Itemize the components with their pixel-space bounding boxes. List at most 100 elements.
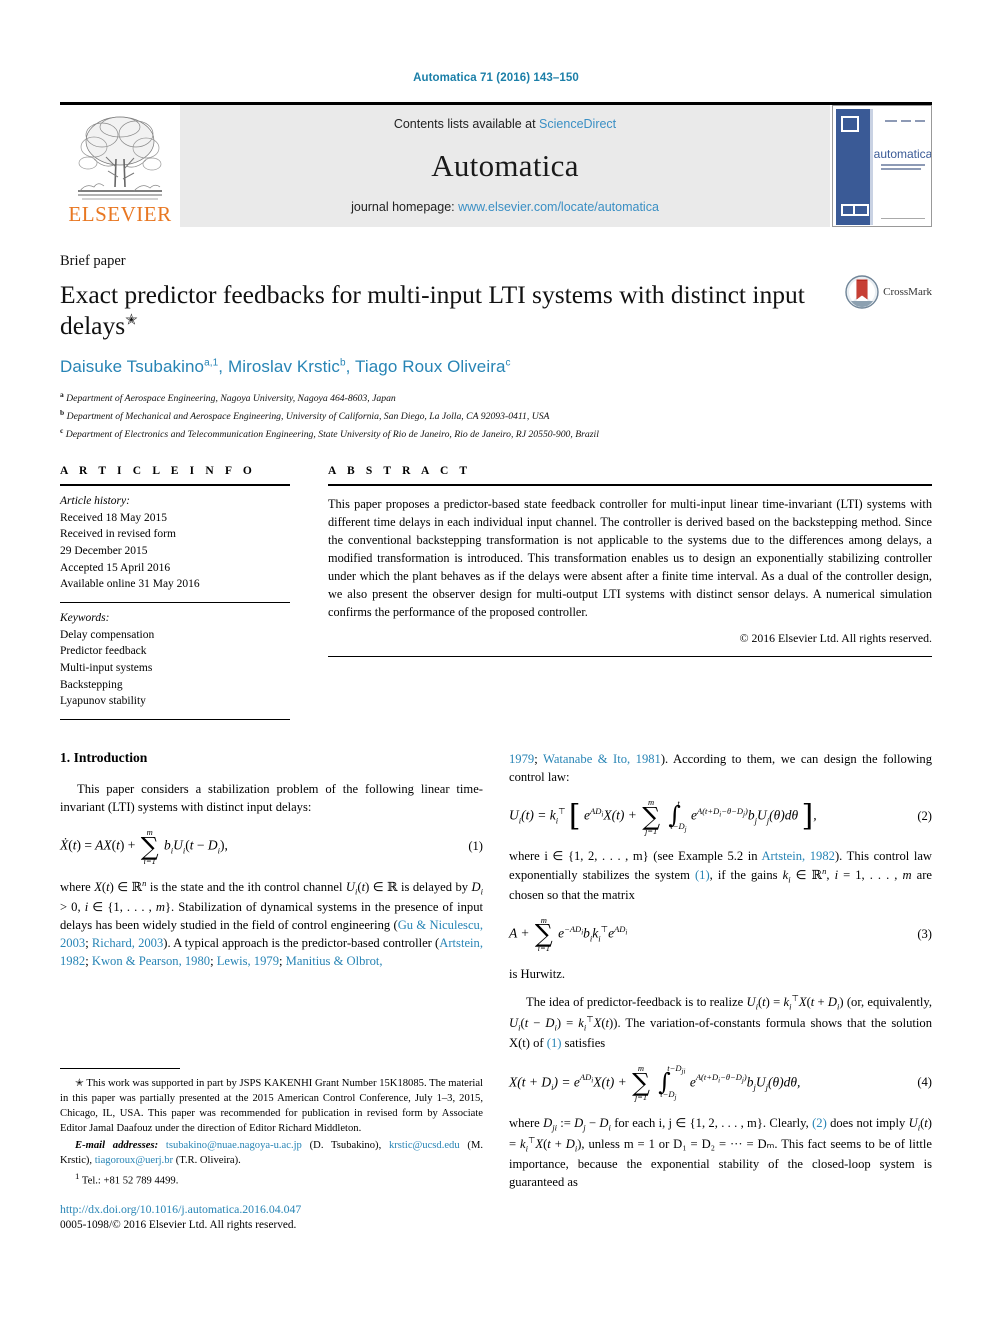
citation-link[interactable]: 1979: [509, 752, 534, 766]
summation-icon: m ∑ i=1: [140, 827, 159, 866]
footnote-star-marker: ✭: [75, 1078, 84, 1089]
paragraph: 1979; Watanabe & Ito, 1981). According t…: [509, 752, 933, 785]
paragraph: where X(t) ∈ ℝn is the state and the ith…: [60, 878, 483, 968]
paragraph-text: satisfies: [561, 1035, 606, 1050]
keyword-item: Lyapunov stability: [60, 695, 146, 708]
abstract-column: A B S T R A C T This paper proposes a pr…: [308, 465, 932, 720]
paragraph-text: The idea of predictor-feedback is to rea…: [526, 995, 747, 1010]
keywords-group: Keywords: Delay compensation Predictor f…: [60, 603, 290, 719]
inline-math: X: [94, 880, 102, 895]
footnote-ack-text: This work was supported in part by JSPS …: [60, 1078, 483, 1135]
footnote-telephone: 1 Tel.: +81 52 789 4499.: [60, 1170, 483, 1189]
affiliation-item: b Department of Mechanical and Aerospace…: [60, 407, 932, 425]
svg-text:automatica: automatica: [874, 147, 932, 161]
integral-icon: t ∫ t−Dj: [668, 798, 687, 835]
affiliation-text: Department of Mechanical and Aerospace E…: [66, 411, 550, 423]
history-line: Received in revised form: [60, 528, 176, 541]
email-owner: (D. Tsubakino): [309, 1140, 379, 1152]
history-line: Received 18 May 2015: [60, 511, 167, 524]
equation-2: Ui(t) = ki⊤ [ eADiX(t) + m ∑ j=1 t ∫ t−Dj eA…: [509, 798, 932, 835]
summation-icon: m ∑ j=1: [642, 797, 661, 836]
keyword-item: Delay compensation: [60, 628, 155, 641]
citation-link[interactable]: Lewis, 1979: [217, 954, 279, 968]
title-footnote-marker[interactable]: ✭: [125, 313, 138, 329]
doi-link[interactable]: http://dx.doi.org/10.1016/j.automatica.2…: [60, 1202, 483, 1218]
article-history-label: Article history:: [60, 495, 130, 508]
article-info-bottom-rule: [60, 719, 290, 721]
author-name: Miroslav Krstic: [227, 357, 340, 377]
citation-link[interactable]: Richard, 2003: [92, 936, 163, 950]
paragraph-text: does not imply: [826, 1116, 909, 1131]
paragraph: The idea of predictor-feedback is to rea…: [509, 992, 933, 1050]
email-link[interactable]: tiagoroux@uerj.br: [95, 1155, 173, 1166]
section-heading-introduction: 1. Introduction: [60, 750, 148, 766]
journal-homepage-link[interactable]: www.elsevier.com/locate/automatica: [458, 200, 659, 214]
paragraph: This paper considers a stabilization pro…: [60, 780, 483, 816]
equation-ref-link[interactable]: (2): [812, 1116, 827, 1130]
email-link[interactable]: krstic@ucsd.edu: [389, 1140, 460, 1151]
affiliation-mark: b: [60, 408, 65, 418]
citation-link[interactable]: Manitius & Olbrot,: [286, 954, 383, 968]
author-sep-2: ,: [345, 357, 355, 377]
sciencedirect-link[interactable]: ScienceDirect: [539, 117, 616, 131]
paragraph-text: , if the gains: [709, 868, 783, 883]
paragraph-text: where i ∈ {1, 2, . . . , m} (see Example…: [509, 849, 762, 864]
info-abstract-section: A R T I C L E I N F O Article history: R…: [60, 465, 932, 721]
affiliation-mark: a: [60, 390, 64, 400]
history-line: Available online 31 May 2016: [60, 578, 200, 591]
abstract-bottom-rule: [328, 655, 932, 657]
author-sep-1: ,: [218, 357, 228, 377]
issn-copyright: 0005-1098/© 2016 Elsevier Ltd. All right…: [60, 1218, 297, 1231]
equation-1-body: Ẋ(t) = AX(t) + m ∑ i=1 biUi(t − Di),: [60, 827, 228, 866]
equation-4-body: X(t + Di) = eADiX(t) + m ∑ j=1 t−Dji ∫ t−Dj …: [509, 1062, 801, 1102]
elsevier-tree-icon: [78, 116, 162, 200]
masthead-center-panel: Contents lists available at ScienceDirec…: [180, 105, 830, 227]
summation-icon: m ∑ i=1: [534, 914, 553, 954]
affiliation-text: Department of Aerospace Engineering, Nag…: [66, 393, 396, 405]
article-info-column: A R T I C L E I N F O Article history: R…: [60, 465, 308, 721]
author-entry[interactable]: Tiago Roux Oliveirac: [355, 357, 511, 376]
journal-masthead: ELSEVIER Contents lists available at Sci…: [60, 102, 932, 227]
article-history-group: Article history: Received 18 May 2015 Re…: [60, 486, 290, 602]
author-name: Daisuke Tsubakino: [60, 357, 205, 377]
affiliation-mark: c: [60, 426, 64, 436]
running-head: Automatica 71 (2016) 143–150: [413, 72, 579, 84]
equation-ref-link[interactable]: (1): [547, 1036, 562, 1050]
affiliation-text: Department of Electronics and Telecommun…: [65, 429, 599, 441]
article-type-label: Brief paper: [60, 253, 126, 269]
paragraph-text: where: [509, 1116, 544, 1131]
equation-ref-link[interactable]: (1): [695, 868, 710, 882]
equation-2-number: (2): [917, 809, 932, 824]
author-marks: a,1: [204, 357, 219, 369]
contents-prefix-text: Contents lists available at: [393, 117, 540, 131]
page-title: Exact predictor feedbacks for multi-inpu…: [60, 279, 810, 341]
affiliation-list: a Department of Aerospace Engineering, N…: [60, 389, 932, 443]
paragraph-text: is Hurwitz.: [509, 966, 565, 981]
paragraph-text: (or, equivalently,: [843, 995, 933, 1010]
paragraph: where i ∈ {1, 2, . . . , m} (see Example…: [509, 849, 933, 902]
email-link[interactable]: tsubakino@nuae.nagoya-u.ac.jp: [166, 1140, 302, 1151]
elsevier-logo: ELSEVIER: [60, 105, 180, 227]
author-list: Daisuke Tsubakinoa,1, Miroslav Krsticb, …: [60, 357, 932, 377]
abstract-heading: A B S T R A C T: [328, 465, 472, 478]
equation-3: A + m ∑ i=1 e−ADibiki⊤eADi (3): [509, 916, 932, 953]
author-entry[interactable]: Miroslav Krsticb: [228, 357, 346, 376]
equation-3-body: A + m ∑ i=1 e−ADibiki⊤eADi: [509, 914, 628, 954]
keywords-label: Keywords:: [60, 612, 110, 625]
footnote-emails: E-mail addresses: tsubakino@nuae.nagoya-…: [60, 1140, 484, 1167]
history-line: Accepted 15 April 2016: [60, 561, 171, 574]
paragraph-text: is delayed by: [397, 880, 472, 895]
journal-homepage-line: journal homepage: www.elsevier.com/locat…: [351, 200, 659, 214]
paragraph-text: ). A typical approach is the predictor-b…: [163, 935, 440, 950]
paragraph-text: is the state and the ith control channel: [146, 880, 346, 895]
author-entry[interactable]: Daisuke Tsubakinoa,1: [60, 357, 218, 376]
keyword-item: Predictor feedback: [60, 645, 147, 658]
citation-link[interactable]: Kwon & Pearson, 1980: [92, 954, 210, 968]
abstract-copyright: © 2016 Elsevier Ltd. All rights reserved…: [739, 630, 932, 645]
citation-link[interactable]: Watanabe & Ito, 1981: [543, 752, 661, 766]
crossmark-badge[interactable]: CrossMark: [845, 275, 932, 309]
citation-link[interactable]: Artstein, 1982: [761, 849, 834, 863]
contents-available-line: Contents lists available at ScienceDirec…: [394, 117, 616, 131]
cover-art-icon: automatica: [833, 106, 932, 226]
journal-cover-thumbnail: automatica: [832, 105, 932, 227]
